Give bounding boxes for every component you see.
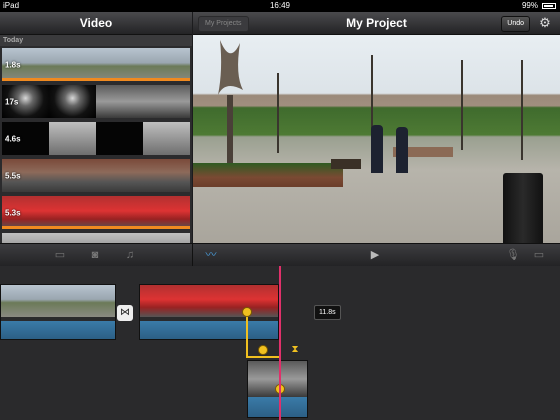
- clip-frame: [143, 159, 190, 192]
- clip-frame: [49, 85, 97, 118]
- playhead[interactable]: [279, 266, 281, 420]
- clip-frame: [143, 233, 190, 243]
- clip-duration: 17s: [5, 97, 19, 106]
- clip-frame: [49, 233, 97, 243]
- clip-duration: 5.5s: [5, 171, 21, 180]
- media-browser[interactable]: Today 1.8s 17s 4.6s 5.5s 5.3s: [0, 35, 192, 243]
- clip-thumbnail: [140, 285, 278, 317]
- clip-thumbnail: [1, 285, 115, 317]
- trim-handle[interactable]: [258, 345, 268, 355]
- browser-clip[interactable]: 5.3s: [2, 196, 190, 229]
- audio-track: [248, 397, 307, 417]
- toolbar-divider: [192, 244, 193, 266]
- clip-duration: 4.6s: [5, 134, 21, 143]
- audio-waveform-icon[interactable]: 〰: [202, 246, 220, 264]
- clip-frame: [143, 122, 190, 155]
- browser-header: Video: [0, 12, 192, 35]
- play-icon[interactable]: ▶: [366, 246, 384, 264]
- undo-button[interactable]: Undo: [501, 16, 530, 32]
- clip-duration: 1.8s: [5, 60, 21, 69]
- lamp-post-image: [521, 60, 523, 160]
- battery-percent: 99%: [521, 1, 538, 10]
- gear-icon[interactable]: ⚙: [538, 16, 552, 30]
- clip-frame: [96, 196, 144, 229]
- browser-clip[interactable]: 17s: [2, 85, 190, 118]
- video-preview[interactable]: [193, 35, 560, 243]
- browser-clip[interactable]: 5.5s: [2, 159, 190, 192]
- clip-frame: [2, 233, 50, 243]
- audio-track: [140, 321, 278, 339]
- trim-handle[interactable]: [242, 307, 252, 317]
- clip-frame: [96, 122, 144, 155]
- clip-frame: [49, 48, 97, 81]
- tree-image: [461, 60, 463, 150]
- clip-frame: [96, 85, 144, 118]
- browser-clip[interactable]: 1.8s: [2, 48, 190, 81]
- clip-frame: [143, 85, 190, 118]
- person-image: [371, 125, 383, 173]
- clip-duration-badge: 11.8s: [314, 305, 341, 320]
- browser-title: Video: [79, 16, 113, 30]
- timeline-clip[interactable]: [0, 284, 116, 340]
- clip-frame: [96, 48, 144, 81]
- clip-frame: [143, 196, 190, 229]
- section-header-today: Today: [0, 35, 192, 46]
- clip-frame: [96, 233, 144, 243]
- clip-frame: [49, 159, 97, 192]
- speed-icon[interactable]: ⧗: [290, 344, 300, 356]
- project-header: My Projects My Project Undo ⚙: [193, 12, 560, 35]
- status-bar: iPad 16:49 99%: [0, 0, 560, 12]
- clip-frame: [143, 48, 190, 81]
- toolbar: ▭ ◙ ♫ 〰 ▶ 🎙 ▭: [0, 243, 560, 267]
- bin-image: [503, 173, 543, 243]
- browser-clip[interactable]: 4.6s: [2, 122, 190, 155]
- photo-library-icon[interactable]: ◙: [86, 246, 104, 264]
- lamp-post-image: [277, 73, 279, 153]
- clip-frame: [49, 122, 97, 155]
- clip-list[interactable]: 1.8s 17s 4.6s 5.5s 5.3s: [0, 48, 192, 243]
- selection-handle-line: [246, 312, 248, 358]
- bench-image: [331, 159, 361, 169]
- timeline-clip-selected[interactable]: [139, 284, 279, 340]
- browser-clip[interactable]: [2, 233, 190, 243]
- microphone-icon[interactable]: 🎙: [504, 246, 522, 264]
- music-library-icon[interactable]: ♫: [121, 246, 139, 264]
- selection-handle-line: [246, 356, 280, 358]
- clip-frame: [96, 159, 144, 192]
- camera-icon[interactable]: ▭: [530, 246, 548, 264]
- battery-icon: [542, 3, 556, 9]
- clip-frame: [49, 196, 97, 229]
- planter-image: [193, 163, 343, 187]
- audio-track: [1, 321, 115, 339]
- transition-icon[interactable]: ⋈: [117, 305, 133, 321]
- person-image: [396, 127, 408, 173]
- clip-duration: 5.3s: [5, 208, 21, 217]
- clock: 16:49: [269, 1, 291, 10]
- video-library-icon[interactable]: ▭: [51, 246, 69, 264]
